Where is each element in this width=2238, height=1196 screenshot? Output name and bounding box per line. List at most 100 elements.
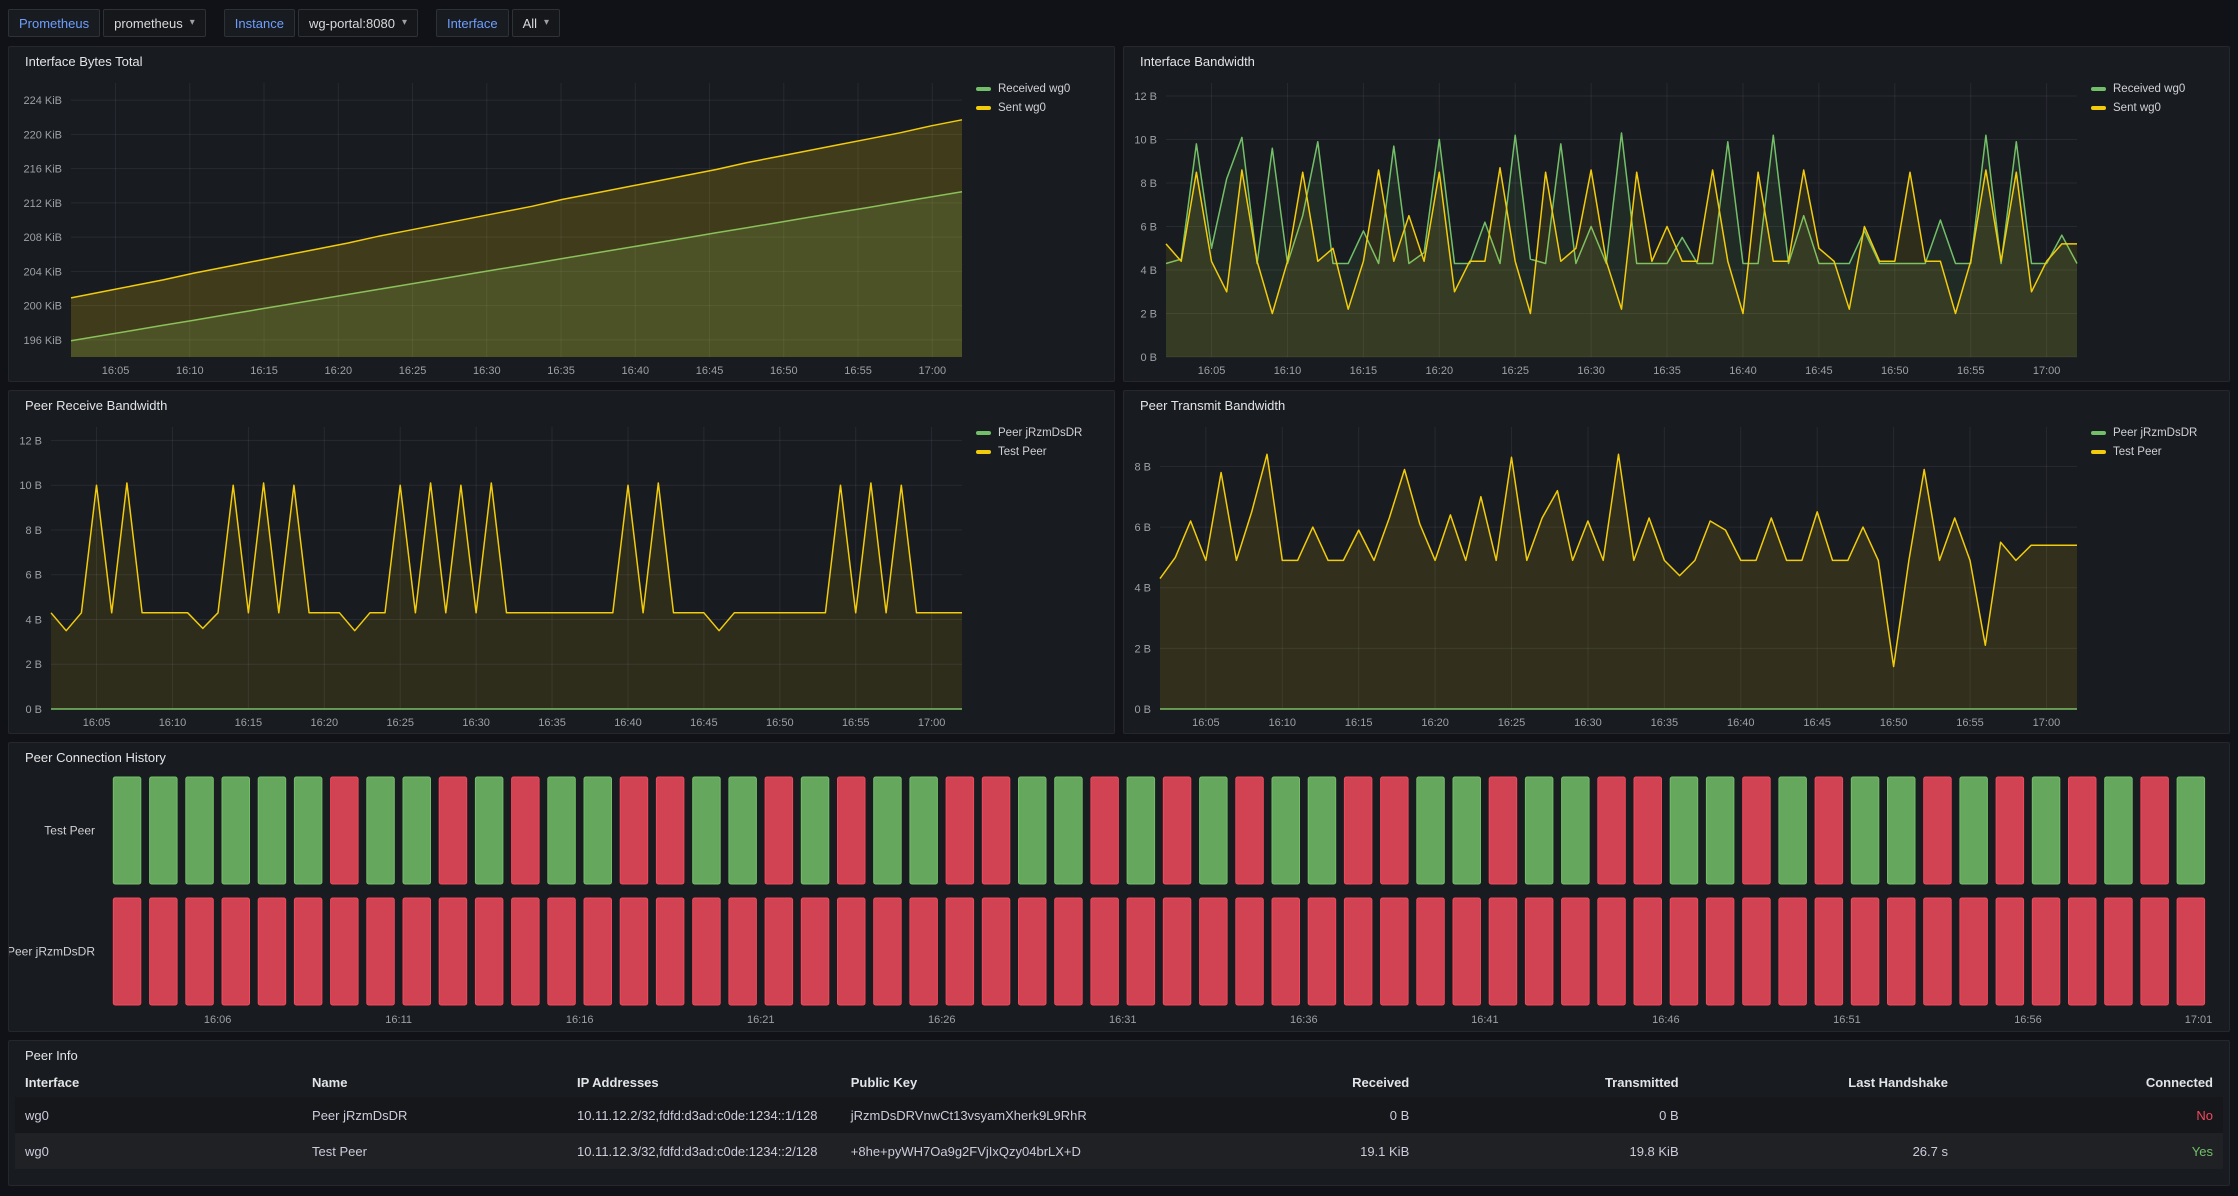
svg-text:16:05: 16:05: [1198, 365, 1226, 377]
series-label: Sent wg0: [2113, 102, 2161, 114]
legend-item-received-wg0[interactable]: Received wg0: [2091, 83, 2221, 95]
svg-text:12 B: 12 B: [19, 435, 42, 447]
series-swatch: [976, 106, 991, 110]
svg-text:4 B: 4 B: [1134, 583, 1151, 595]
cell-transmitted: 0 B: [1419, 1097, 1688, 1133]
column-header-connected[interactable]: Connected: [1958, 1067, 2223, 1097]
svg-text:16:35: 16:35: [538, 717, 566, 729]
svg-text:2 B: 2 B: [1134, 643, 1151, 655]
svg-text:16:20: 16:20: [1421, 717, 1449, 729]
svg-text:0 B: 0 B: [1140, 352, 1157, 364]
status-bar: [2069, 898, 2097, 1005]
chevron-down-icon: ▾: [190, 18, 195, 28]
svg-text:16:40: 16:40: [614, 717, 642, 729]
panel-title-peer-connection-history[interactable]: Peer Connection History: [9, 743, 2229, 769]
svg-text:16:35: 16:35: [1651, 717, 1679, 729]
svg-text:16:10: 16:10: [1269, 717, 1297, 729]
datasource-select[interactable]: prometheus ▾: [103, 9, 206, 37]
interface-bytes-total-chart[interactable]: 16:0516:1016:1516:2016:2516:3016:3516:40…: [9, 73, 972, 381]
column-header-ip-addresses[interactable]: IP Addresses: [567, 1067, 841, 1097]
legend-item-sent-wg0[interactable]: Sent wg0: [2091, 102, 2221, 114]
series-swatch: [2091, 450, 2106, 454]
status-bar: [150, 777, 178, 884]
instance-select[interactable]: wg-portal:8080 ▾: [298, 9, 418, 37]
column-header-interface[interactable]: Interface: [15, 1067, 302, 1097]
legend-item-peer-jrzmdsdr[interactable]: Peer jRzmDsDR: [976, 427, 1106, 439]
status-bar: [1091, 777, 1119, 884]
svg-text:16:26: 16:26: [928, 1014, 956, 1026]
svg-text:196 KiB: 196 KiB: [23, 335, 62, 347]
status-bar: [1851, 777, 1879, 884]
status-bar: [439, 777, 467, 884]
series-label: Received wg0: [2113, 83, 2185, 95]
cell-interface: wg0: [15, 1097, 302, 1133]
peer-connection-history-chart[interactable]: Test PeerPeer jRzmDsDR16:0616:1116:1616:…: [9, 769, 2229, 1031]
status-bar: [1815, 777, 1843, 884]
panel-title-peer-receive-bandwidth[interactable]: Peer Receive Bandwidth: [9, 391, 1114, 417]
status-bar: [1019, 898, 1047, 1005]
svg-text:6 B: 6 B: [25, 570, 42, 582]
svg-text:16:41: 16:41: [1471, 1014, 1499, 1026]
chevron-down-icon: ▾: [402, 18, 407, 28]
panel-title-peer-info[interactable]: Peer Info: [9, 1041, 2229, 1067]
status-bar: [1344, 777, 1372, 884]
status-bar: [982, 777, 1010, 884]
legend-item-test-peer[interactable]: Test Peer: [976, 446, 1106, 458]
svg-text:2 B: 2 B: [1140, 309, 1157, 321]
status-bar: [620, 777, 648, 884]
status-bar: [1815, 898, 1843, 1005]
status-bar: [1489, 898, 1517, 1005]
status-bar: [729, 777, 757, 884]
status-bar: [1598, 777, 1626, 884]
svg-text:16:45: 16:45: [1803, 717, 1831, 729]
legend-item-test-peer[interactable]: Test Peer: [2091, 446, 2221, 458]
legend-item-received-wg0[interactable]: Received wg0: [976, 83, 1106, 95]
peer-transmit-bandwidth-chart[interactable]: 16:0516:1016:1516:2016:2516:3016:3516:40…: [1124, 417, 2087, 733]
interface-bandwidth-chart[interactable]: 16:0516:1016:1516:2016:2516:3016:3516:40…: [1124, 73, 2087, 381]
svg-text:16:50: 16:50: [770, 365, 798, 377]
panel-title-peer-transmit-bandwidth[interactable]: Peer Transmit Bandwidth: [1124, 391, 2229, 417]
status-bar: [1996, 898, 2024, 1005]
legend-item-sent-wg0[interactable]: Sent wg0: [976, 102, 1106, 114]
chevron-down-icon: ▾: [544, 18, 549, 28]
svg-text:16:25: 16:25: [386, 717, 414, 729]
status-bar: [1236, 898, 1264, 1005]
svg-text:6 B: 6 B: [1134, 522, 1151, 534]
svg-text:204 KiB: 204 KiB: [23, 266, 62, 278]
svg-text:12 B: 12 B: [1134, 91, 1157, 103]
cell-transmitted: 19.8 KiB: [1419, 1133, 1688, 1169]
peer-receive-bandwidth-chart[interactable]: 16:0516:1016:1516:2016:2516:3016:3516:40…: [9, 417, 972, 733]
status-bar: [2105, 898, 2133, 1005]
panel-title-interface-bytes-total[interactable]: Interface Bytes Total: [9, 47, 1114, 73]
cell-received: 0 B: [1150, 1097, 1419, 1133]
cell-last-handshake: 26.7 s: [1689, 1133, 1958, 1169]
series-swatch: [976, 450, 991, 454]
column-header-transmitted[interactable]: Transmitted: [1419, 1067, 1688, 1097]
column-header-name[interactable]: Name: [302, 1067, 567, 1097]
column-header-received[interactable]: Received: [1150, 1067, 1419, 1097]
panel-title-interface-bandwidth[interactable]: Interface Bandwidth: [1124, 47, 2229, 73]
status-bar: [367, 898, 395, 1005]
cell-ip-addresses: 10.11.12.2/32,fdfd:d3ad:c0de:1234::1/128: [567, 1097, 841, 1133]
column-header-last-handshake[interactable]: Last Handshake: [1689, 1067, 1958, 1097]
status-bar: [1525, 898, 1553, 1005]
status-bar: [1851, 898, 1879, 1005]
status-bar: [1960, 898, 1988, 1005]
svg-text:8 B: 8 B: [1134, 461, 1151, 473]
panel-interface-bandwidth: Interface Bandwidth 16:0516:1016:1516:20…: [1123, 46, 2230, 382]
series-swatch: [2091, 431, 2106, 435]
status-bar: [1453, 777, 1481, 884]
status-bar: [1308, 777, 1336, 884]
svg-text:16:20: 16:20: [311, 717, 339, 729]
status-bar: [512, 777, 539, 884]
legend: Received wg0 Sent wg0: [972, 73, 1114, 381]
svg-text:16:30: 16:30: [462, 717, 490, 729]
legend-item-peer-jrzmdsdr[interactable]: Peer jRzmDsDR: [2091, 427, 2221, 439]
svg-text:16:15: 16:15: [235, 717, 263, 729]
svg-text:16:06: 16:06: [204, 1014, 232, 1026]
svg-text:16:25: 16:25: [1498, 717, 1526, 729]
svg-text:16:35: 16:35: [547, 365, 575, 377]
column-header-public-key[interactable]: Public Key: [841, 1067, 1150, 1097]
interface-select[interactable]: All ▾: [512, 9, 560, 37]
svg-text:16:55: 16:55: [1957, 365, 1985, 377]
